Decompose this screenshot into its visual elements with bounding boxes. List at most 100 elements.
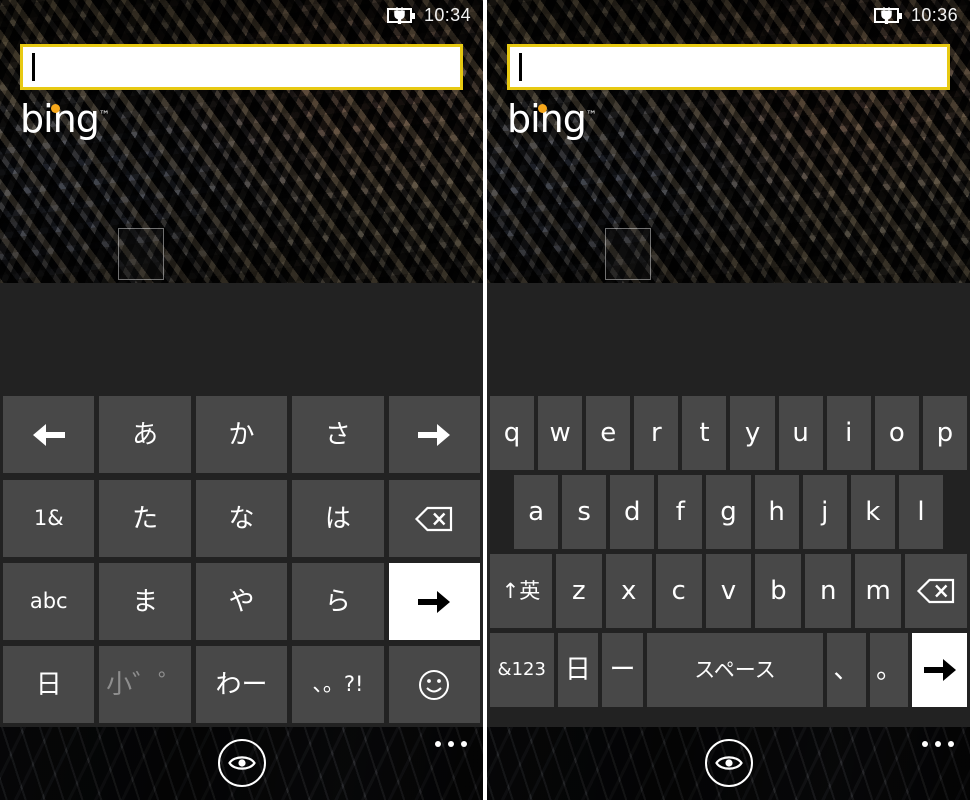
key-label: l (917, 497, 925, 527)
key-p[interactable]: p (922, 396, 967, 470)
eye-button[interactable] (217, 739, 266, 787)
comma-key[interactable]: 、 (827, 633, 866, 707)
kana-ma-key[interactable]: ま (99, 563, 191, 640)
on-screen-keyboard: あ か さ 1& た な は abc ま や ら日 小゛゜ わー 、。?! (0, 390, 483, 727)
key-label: は (324, 503, 351, 534)
key-d[interactable]: d (610, 475, 655, 549)
emoji-key[interactable] (388, 646, 481, 723)
battery-nub (411, 12, 415, 19)
small-dakuten-key[interactable]: 小゛゜ (99, 646, 191, 723)
cursor-right-key[interactable] (388, 396, 481, 473)
key-l[interactable]: l (898, 475, 943, 549)
key-w[interactable]: w (538, 396, 583, 470)
key-label: c (671, 576, 686, 606)
key-label: g (720, 497, 737, 527)
key-a[interactable]: a (514, 475, 559, 549)
key-b[interactable]: b (755, 554, 802, 628)
eye-button[interactable] (704, 739, 753, 787)
backspace-key[interactable] (905, 554, 967, 628)
kana-a-key[interactable]: あ (99, 396, 191, 473)
key-x[interactable]: x (605, 554, 652, 628)
cursor-left-key[interactable] (3, 396, 95, 473)
wallpaper-image (0, 0, 483, 283)
key-o[interactable]: o (874, 396, 919, 470)
kana-ha-key[interactable]: は (292, 480, 384, 557)
key-y[interactable]: y (730, 396, 775, 470)
key-f[interactable]: f (658, 475, 703, 549)
key-label: 1& (33, 506, 64, 530)
key-label: 、。?! (312, 672, 364, 696)
key-label: a (528, 497, 545, 527)
phone-panel-right: 10:36 bing™ q w e r t y u i o p a s d f g h j k l ↑英 z x c v b n m &1… (487, 0, 970, 800)
status-clock: 10:34 (423, 5, 471, 25)
kana-ta-key[interactable]: た (99, 480, 191, 557)
search-input[interactable] (507, 44, 950, 90)
kana-ya-key[interactable]: や (195, 563, 288, 640)
period-key[interactable]: 。 (869, 633, 909, 707)
content-gap (487, 283, 970, 390)
space-key[interactable]: スペース (646, 633, 824, 707)
kana-ra-key[interactable]: ら (292, 563, 384, 640)
key-label: 日 (35, 669, 62, 700)
phone-panel-left: 10:34 bing™ あ か さ 1& た な は abc ま や ら日 小゛゜ わー 、。?! (0, 0, 483, 800)
key-m[interactable]: m (855, 554, 902, 628)
kana-na-key[interactable]: な (195, 480, 288, 557)
bing-logo: bing™ (507, 100, 597, 138)
key-z[interactable]: z (555, 554, 602, 628)
bing-logo-text: bing (20, 97, 100, 141)
key-n[interactable]: n (805, 554, 852, 628)
enter-key[interactable] (388, 563, 481, 640)
key-label: た (132, 503, 159, 534)
key-label: な (228, 503, 255, 534)
backspace-key[interactable] (388, 480, 481, 557)
keyboard-row: asdfghjkl (487, 475, 970, 549)
key-e[interactable]: e (586, 396, 631, 470)
keyboard-row: 1& た な は (0, 480, 483, 557)
numsym-key[interactable]: 1& (3, 480, 95, 557)
key-t[interactable]: t (682, 396, 727, 470)
key-j[interactable]: j (802, 475, 847, 549)
long-vowel-key[interactable]: ー (602, 633, 643, 707)
shift-english-key[interactable]: ↑英 (490, 554, 552, 628)
keyboard-row: qwe r t y u i o p (487, 396, 970, 470)
enter-key[interactable] (912, 633, 968, 707)
punctuation-key[interactable]: 、。?! (292, 646, 384, 723)
battery-charging-icon (386, 6, 415, 25)
search-input[interactable] (20, 44, 463, 90)
plug-icon-wrap (394, 6, 405, 25)
plug-icon (881, 6, 892, 25)
key-label: i (845, 418, 853, 448)
kana-sa-key[interactable]: さ (292, 396, 384, 473)
kana-ka-key[interactable]: か (195, 396, 288, 473)
key-u[interactable]: u (778, 396, 823, 470)
key-label: スペース (694, 657, 776, 682)
key-r[interactable]: r (634, 396, 679, 470)
key-c[interactable]: c (655, 554, 702, 628)
key-h[interactable]: h (754, 475, 799, 549)
arrow-left-icon (32, 423, 65, 446)
key-k[interactable]: k (850, 475, 895, 549)
numsym-key[interactable]: &123 (490, 633, 554, 707)
language-key[interactable]: 日 (557, 633, 599, 707)
keyboard-row: 日 小゛゜ わー 、。?! (0, 646, 483, 723)
wallpaper-image (487, 0, 970, 283)
key-i[interactable]: i (826, 396, 871, 470)
ellipsis-icon[interactable] (435, 741, 467, 747)
smiley-icon (419, 669, 450, 700)
app-bar (0, 727, 483, 800)
bing-logo-dot (538, 104, 547, 113)
key-s[interactable]: s (562, 475, 607, 549)
key-q[interactable]: q (490, 396, 535, 470)
eye-icon (227, 756, 256, 770)
key-label: m (865, 576, 891, 606)
key-g[interactable]: g (706, 475, 751, 549)
keyboard-row: ↑英 z x c v b n m (487, 554, 970, 628)
kana-wa-key[interactable]: わー (195, 646, 288, 723)
battery-nub (898, 12, 902, 19)
language-key[interactable]: 日 (3, 646, 95, 723)
arrow-right-icon (418, 590, 451, 613)
abc-mode-key[interactable]: abc (3, 563, 95, 640)
ellipsis-icon[interactable] (922, 741, 954, 747)
key-v[interactable]: v (705, 554, 752, 628)
key-label: n (820, 576, 837, 606)
